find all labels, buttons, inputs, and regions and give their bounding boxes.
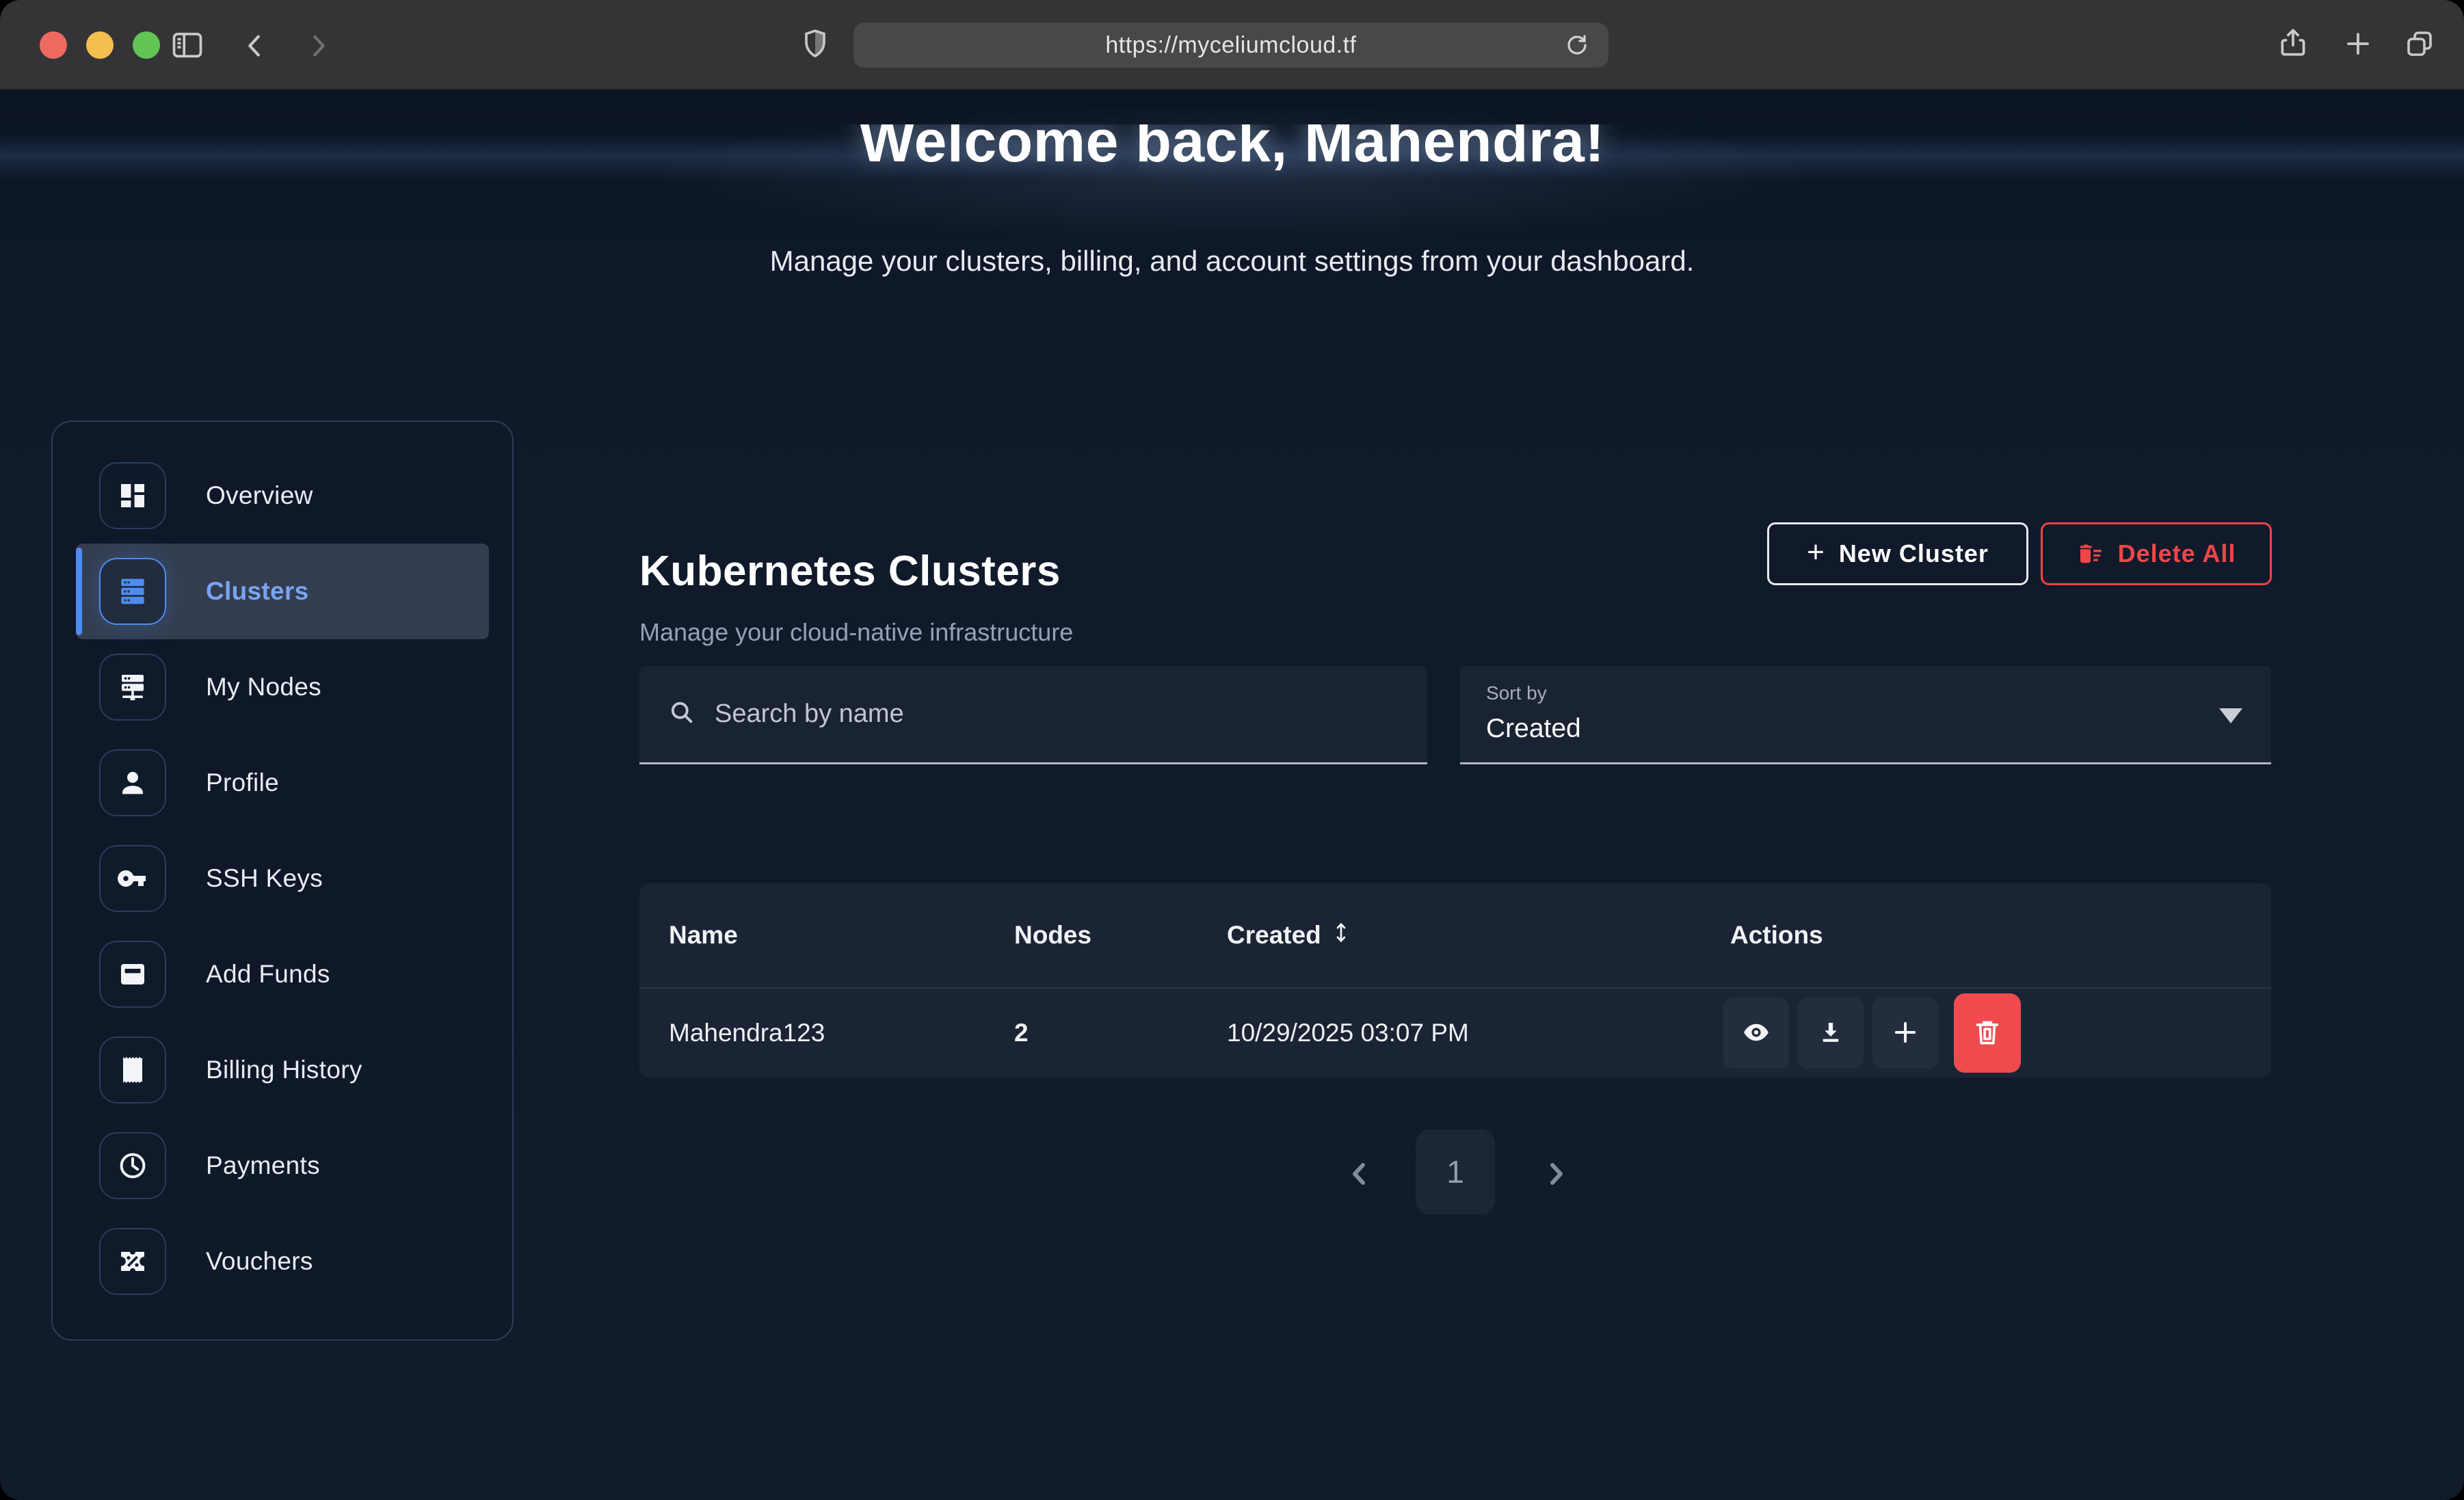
nodes-icon: [99, 654, 166, 721]
column-header-created[interactable]: Created: [1227, 883, 1351, 987]
column-header-name: Name: [669, 883, 738, 987]
column-header-nodes: Nodes: [1014, 883, 1091, 987]
url-text: https://myceliumcloud.tf: [1105, 32, 1356, 59]
sidebar-item-overview[interactable]: Overview: [76, 448, 489, 544]
cell-cluster-created: 10/29/2025 03:07 PM: [1227, 989, 1469, 1077]
window-minimize-button[interactable]: [86, 31, 114, 59]
screenshot-root: https://myceliumcloud.tf: [0, 0, 2464, 1500]
pagination-next-button[interactable]: [1535, 1146, 1576, 1203]
sidebar-item-label: Overview: [206, 481, 313, 510]
sidebar-item-label: Billing History: [206, 1056, 362, 1084]
sort-select[interactable]: Sort by Created: [1460, 666, 2271, 764]
sidebar-item-payments[interactable]: Payments: [76, 1118, 489, 1214]
browser-window: https://myceliumcloud.tf: [0, 0, 2464, 1500]
sidebar-item-billing-history[interactable]: Billing History: [76, 1022, 489, 1118]
delete-all-button[interactable]: Delete All: [2041, 522, 2272, 585]
window-zoom-button[interactable]: [133, 31, 160, 59]
sidebar-item-my-nodes[interactable]: My Nodes: [76, 639, 489, 735]
sort-updown-icon: [1331, 921, 1351, 950]
page-content: Welcome back, Mahendra! Manage your clus…: [0, 90, 2464, 1500]
wallet-icon: [99, 941, 166, 1008]
tab-overview-icon[interactable]: [2403, 27, 2436, 60]
search-input[interactable]: [715, 699, 1400, 729]
sidebar-item-profile[interactable]: Profile: [76, 735, 489, 831]
add-node-button[interactable]: [1872, 997, 1938, 1069]
row-actions: [1723, 989, 2021, 1077]
sidebar-item-label: Payments: [206, 1151, 320, 1180]
sidebar-item-label: SSH Keys: [206, 864, 323, 893]
plus-icon: [1891, 1018, 1920, 1049]
sidebar-item-ssh-keys[interactable]: SSH Keys: [76, 831, 489, 926]
sidebar-item-label: Vouchers: [206, 1247, 313, 1276]
cell-cluster-name: Mahendra123: [669, 989, 825, 1077]
clock-icon: [99, 1132, 166, 1199]
new-cluster-label: New Cluster: [1839, 539, 1989, 568]
clusters-table: Name Nodes Created Actions: [639, 883, 2271, 1077]
cell-cluster-nodes: 2: [1014, 989, 1029, 1077]
sort-value: Created: [1486, 714, 1581, 744]
search-field: [639, 666, 1427, 764]
forward-icon[interactable]: [302, 30, 334, 62]
sidebar-item-label: Add Funds: [206, 960, 330, 989]
sidebar-item-label: Profile: [206, 768, 279, 797]
browser-toolbar: https://myceliumcloud.tf: [0, 0, 2464, 90]
new-tab-icon[interactable]: [2342, 27, 2374, 60]
key-icon: [99, 845, 166, 912]
sidebar-item-label: Clusters: [206, 577, 308, 606]
page-subtitle: Manage your clusters, billing, and accou…: [0, 245, 2464, 278]
share-icon[interactable]: [2276, 26, 2310, 60]
sidebar: Overview Clusters: [51, 420, 514, 1341]
download-icon: [1816, 1018, 1845, 1049]
column-header-actions: Actions: [1730, 883, 1823, 987]
address-bar[interactable]: https://myceliumcloud.tf: [853, 23, 1608, 68]
shield-icon[interactable]: [799, 27, 832, 60]
download-kubeconfig-button[interactable]: [1798, 997, 1864, 1069]
window-close-button[interactable]: [40, 31, 67, 59]
new-cluster-button[interactable]: + New Cluster: [1767, 522, 2028, 585]
pagination-prev-button[interactable]: [1339, 1146, 1380, 1203]
search-icon: [667, 697, 697, 731]
sidebar-toggle-icon[interactable]: [170, 27, 205, 63]
eye-icon: [1741, 1017, 1771, 1049]
chevron-left-icon: [1343, 1157, 1376, 1192]
section-subtitle: Manage your cloud-native infrastructure: [639, 618, 1073, 647]
refresh-icon[interactable]: [1563, 31, 1591, 62]
dashboard-icon: [99, 462, 166, 529]
delete-all-label: Delete All: [2118, 539, 2236, 568]
caret-down-icon: [2219, 708, 2242, 723]
sidebar-item-add-funds[interactable]: Add Funds: [76, 926, 489, 1022]
person-icon: [99, 749, 166, 816]
chevron-right-icon: [1539, 1157, 1572, 1192]
receipt-icon: [99, 1036, 166, 1103]
back-icon[interactable]: [239, 30, 271, 62]
ticket-icon: [99, 1228, 166, 1295]
hero-title-wrap: Welcome back, Mahendra!: [0, 124, 2464, 196]
sort-by-label: Sort by: [1486, 682, 1547, 704]
servers-icon: [99, 558, 166, 625]
sidebar-item-clusters[interactable]: Clusters: [76, 544, 489, 639]
page-title: Welcome back, Mahendra!: [859, 124, 1604, 172]
trash-icon: [1972, 1017, 2003, 1050]
sidebar-item-vouchers[interactable]: Vouchers: [76, 1214, 489, 1309]
delete-cluster-button[interactable]: [1954, 993, 2021, 1073]
sidebar-item-label: My Nodes: [206, 673, 321, 701]
delete-sweep-icon: [2077, 540, 2104, 567]
view-cluster-button[interactable]: [1723, 997, 1789, 1069]
section-title: Kubernetes Clusters: [639, 547, 1061, 595]
plus-icon: +: [1807, 535, 1825, 570]
pagination-page-1[interactable]: 1: [1416, 1129, 1495, 1214]
